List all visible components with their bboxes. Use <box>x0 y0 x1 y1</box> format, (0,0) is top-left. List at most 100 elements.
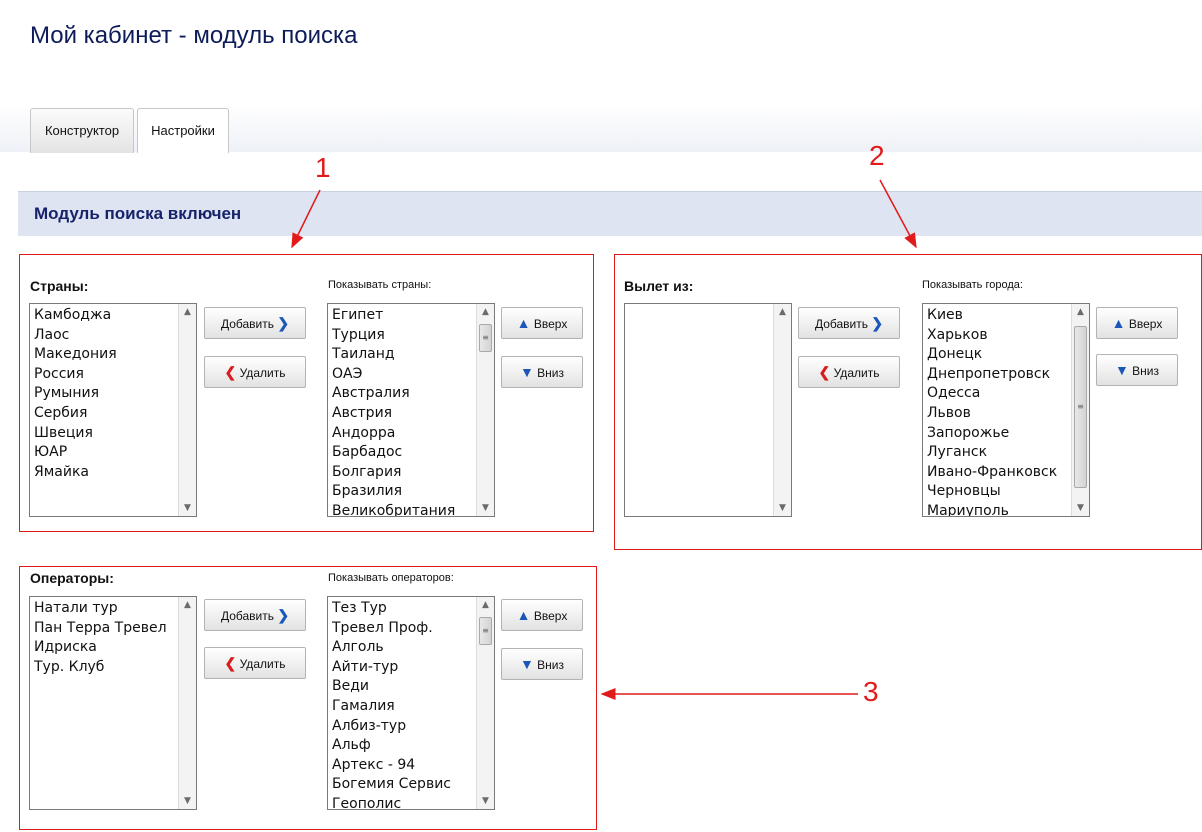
shown-cities-listbox[interactable]: Киев Харьков Донецк Днепропетровск Одесса Льв… <box>922 303 1090 517</box>
scroll-up-icon[interactable]: ▲ <box>179 597 196 613</box>
add-operator-button[interactable]: Добавить ❯ <box>204 599 306 631</box>
list-item[interactable]: Тур. Клуб <box>34 658 176 678</box>
scroll-down-icon[interactable]: ▼ <box>477 793 494 809</box>
add-city-button[interactable]: Добавить ❯ <box>798 307 900 339</box>
list-item[interactable]: Египет <box>332 306 474 326</box>
list-item[interactable]: Россия <box>34 365 176 385</box>
chevron-right-icon: ❯ <box>277 315 290 331</box>
down-button-label: Вниз <box>537 658 565 672</box>
chevron-down-icon: ▼ <box>519 364 534 380</box>
scroll-up-icon[interactable]: ▲ <box>1072 304 1089 320</box>
scrollbar[interactable]: ▲ ▼ <box>178 304 196 516</box>
list-item[interactable]: Барбадос <box>332 443 474 463</box>
available-operators-listbox[interactable]: Натали тур Пан Терра Тревел Идриска Тур. Кл… <box>29 596 197 810</box>
list-item[interactable]: Веди <box>332 677 474 697</box>
shown-countries-listbox[interactable]: Египет Турция Таиланд ОАЭ Австралия Австрия Ан… <box>327 303 495 517</box>
list-item[interactable]: Алголь <box>332 638 474 658</box>
list-item[interactable]: Австралия <box>332 384 474 404</box>
list-item[interactable]: Идриска <box>34 638 176 658</box>
scrollbar[interactable]: ▲ ≡ ▼ <box>476 304 494 516</box>
add-button-label: Добавить <box>220 317 274 331</box>
list-item[interactable]: Македония <box>34 345 176 365</box>
list-item[interactable]: Албиз-тур <box>332 717 474 737</box>
list-item[interactable]: Бразилия <box>332 482 474 502</box>
remove-operator-button[interactable]: ❮ Удалить <box>204 647 306 679</box>
list-item[interactable]: Турция <box>332 326 474 346</box>
list-item[interactable]: Сербия <box>34 404 176 424</box>
list-item[interactable]: ОАЭ <box>332 365 474 385</box>
list-item[interactable]: Тез Тур <box>332 599 474 619</box>
list-item[interactable]: Болгария <box>332 463 474 483</box>
scrollbar[interactable]: ▲ ≡ ▼ <box>476 597 494 809</box>
list-item[interactable]: Запорожье <box>927 424 1069 444</box>
list-item[interactable]: Айти-тур <box>332 658 474 678</box>
shown-operators-listbox[interactable]: Тез Тур Тревел Проф. Алголь Айти-тур Веди Гам… <box>327 596 495 810</box>
callout-arrow-1 <box>291 189 321 249</box>
list-item[interactable]: Австрия <box>332 404 474 424</box>
list-item[interactable]: Камбоджа <box>34 306 176 326</box>
chevron-down-icon: ▼ <box>519 656 534 672</box>
chevron-left-icon: ❮ <box>818 364 831 380</box>
list-item[interactable]: ЮАР <box>34 443 176 463</box>
list-item[interactable]: Одесса <box>927 384 1069 404</box>
list-item[interactable]: Луганск <box>927 443 1069 463</box>
add-country-button[interactable]: Добавить ❯ <box>204 307 306 339</box>
available-countries-listbox[interactable]: Камбоджа Лаос Македония Россия Румыния Сербия… <box>29 303 197 517</box>
countries-label: Страны: <box>30 278 89 294</box>
scroll-up-icon[interactable]: ▲ <box>774 304 791 320</box>
list-item[interactable]: Натали тур <box>34 599 176 619</box>
list-item[interactable]: Великобритания <box>332 502 474 516</box>
move-down-city-button[interactable]: ▼ Вниз <box>1096 354 1178 386</box>
list-item[interactable]: Лаос <box>34 326 176 346</box>
remove-country-button[interactable]: ❮ Удалить <box>204 356 306 388</box>
move-down-country-button[interactable]: ▼ Вниз <box>501 356 583 388</box>
chevron-right-icon: ❯ <box>277 607 290 623</box>
list-item[interactable]: Альф <box>332 736 474 756</box>
list-item[interactable]: Мариуполь <box>927 502 1069 516</box>
list-item[interactable]: Андорра <box>332 424 474 444</box>
list-item[interactable]: Львов <box>927 404 1069 424</box>
scrollbar[interactable]: ▲ ≡ ▼ <box>1071 304 1089 516</box>
chevron-right-icon: ❯ <box>871 315 884 331</box>
list-item[interactable]: Румыния <box>34 384 176 404</box>
scroll-up-icon[interactable]: ▲ <box>477 597 494 613</box>
list-item[interactable]: Киев <box>927 306 1069 326</box>
move-up-country-button[interactable]: ▲ Вверх <box>501 307 583 339</box>
list-item[interactable]: Швеция <box>34 424 176 444</box>
list-item[interactable]: Черновцы <box>927 482 1069 502</box>
up-button-label: Вверх <box>533 317 568 331</box>
remove-button-label: Удалить <box>239 366 286 380</box>
list-item[interactable]: Богемия Сервис <box>332 775 474 795</box>
scroll-thumb[interactable]: ≡ <box>479 324 492 352</box>
chevron-up-icon: ▲ <box>516 607 531 623</box>
scrollbar[interactable]: ▲ ▼ <box>773 304 791 516</box>
move-up-city-button[interactable]: ▲ Вверх <box>1096 307 1178 339</box>
list-item[interactable]: Геополис <box>332 795 474 809</box>
available-cities-listbox[interactable]: ▲ ▼ <box>624 303 792 517</box>
scroll-down-icon[interactable]: ▼ <box>774 500 791 516</box>
up-button-label: Вверх <box>533 609 568 623</box>
scroll-thumb[interactable]: ≡ <box>1074 326 1087 488</box>
list-item[interactable]: Днепропетровск <box>927 365 1069 385</box>
list-item[interactable]: Артекс - 94 <box>332 756 474 776</box>
list-item[interactable]: Пан Терра Тревел <box>34 619 176 639</box>
scroll-thumb[interactable]: ≡ <box>479 617 492 645</box>
list-item[interactable]: Донецк <box>927 345 1069 365</box>
scroll-down-icon[interactable]: ▼ <box>1072 500 1089 516</box>
move-up-operator-button[interactable]: ▲ Вверх <box>501 599 583 631</box>
scroll-down-icon[interactable]: ▼ <box>179 500 196 516</box>
move-down-operator-button[interactable]: ▼ Вниз <box>501 648 583 680</box>
list-item[interactable]: Тревел Проф. <box>332 619 474 639</box>
list-item[interactable]: Ямайка <box>34 463 176 483</box>
scroll-up-icon[interactable]: ▲ <box>179 304 196 320</box>
scroll-down-icon[interactable]: ▼ <box>179 793 196 809</box>
list-item[interactable]: Ивано-Франковск <box>927 463 1069 483</box>
list-item[interactable]: Гамалия <box>332 697 474 717</box>
scroll-up-icon[interactable]: ▲ <box>477 304 494 320</box>
show-countries-label: Показывать страны: <box>328 279 432 291</box>
list-item[interactable]: Таиланд <box>332 345 474 365</box>
scrollbar[interactable]: ▲ ▼ <box>178 597 196 809</box>
remove-city-button[interactable]: ❮ Удалить <box>798 356 900 388</box>
scroll-down-icon[interactable]: ▼ <box>477 500 494 516</box>
list-item[interactable]: Харьков <box>927 326 1069 346</box>
